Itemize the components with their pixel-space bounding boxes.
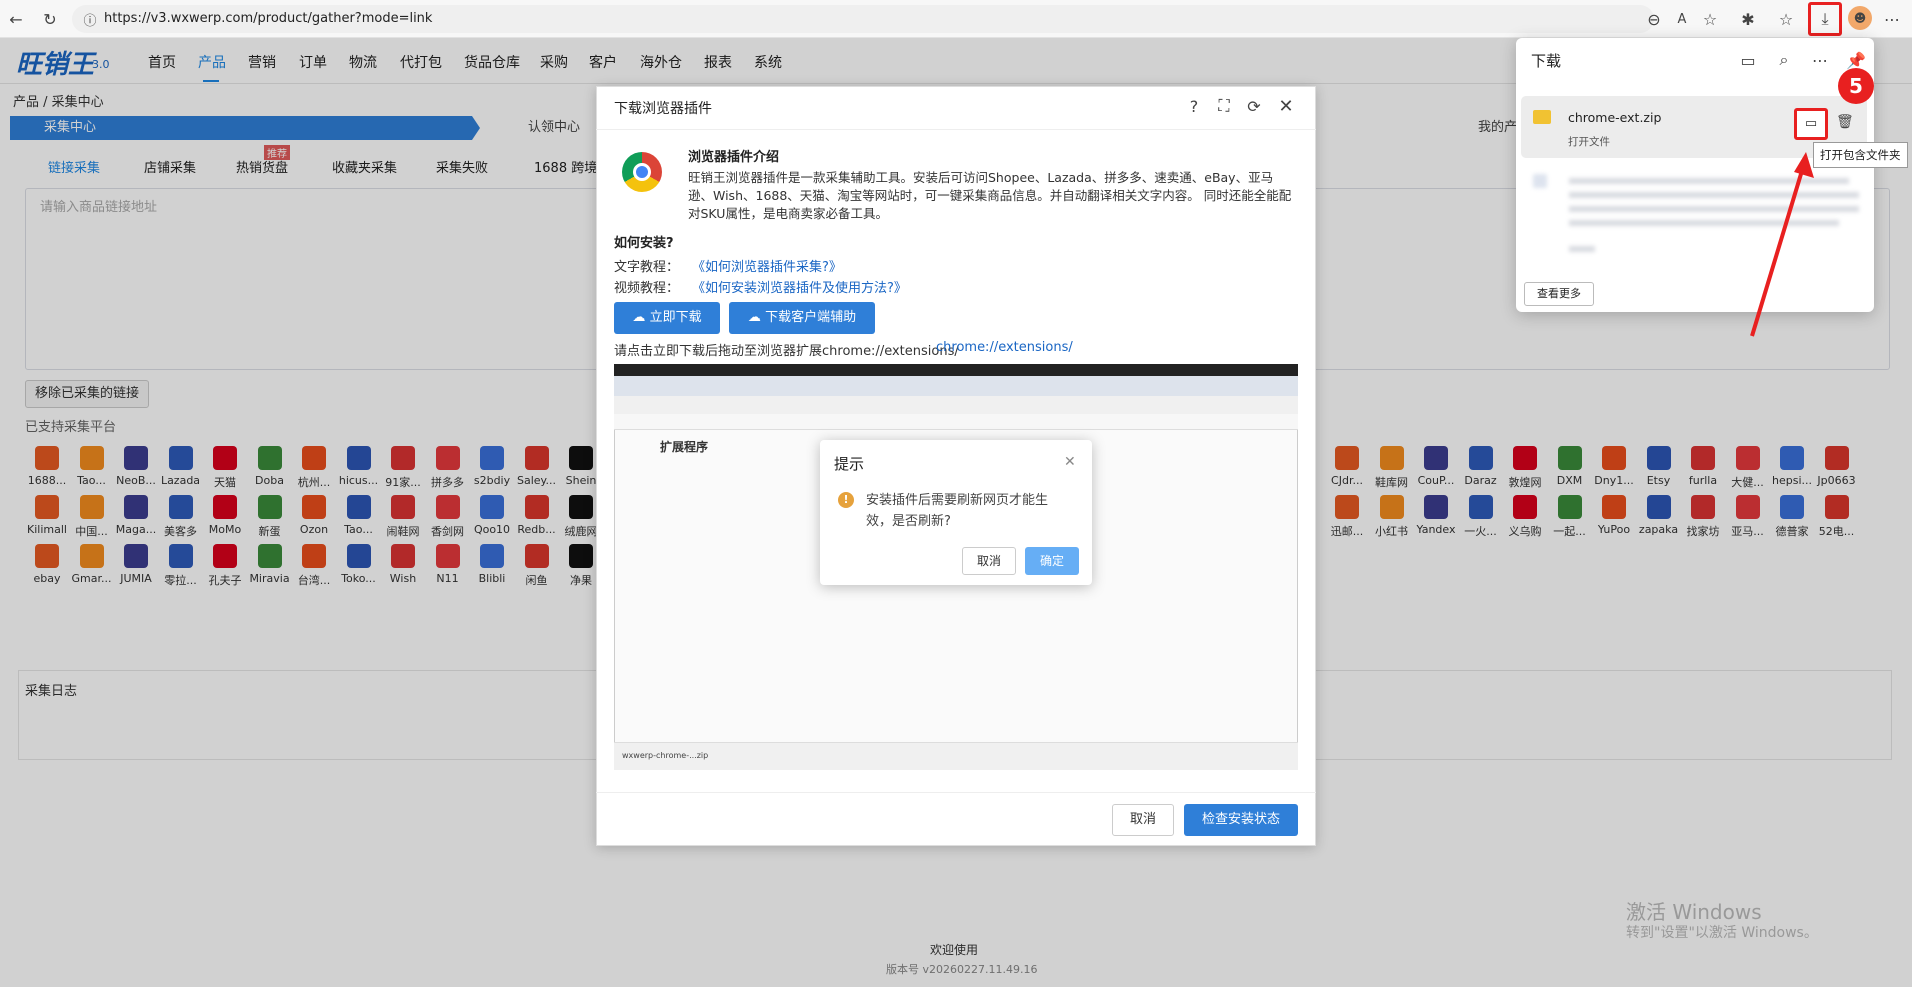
guide-download-bar xyxy=(614,742,1298,770)
open-folder-tooltip: 打开包含文件夹 xyxy=(1813,142,1908,168)
after-download-hint: 请点击立即下载后拖动至浏览器扩展chrome://extensions/ xyxy=(614,344,959,359)
plugin-cancel-button[interactable]: 取消 xyxy=(1112,804,1174,836)
step-number-badge: 5 xyxy=(1838,68,1874,104)
delete-icon[interactable]: 🗑 xyxy=(1836,114,1854,130)
alert-cancel-button[interactable]: 取消 xyxy=(962,547,1016,575)
open-file-link[interactable]: 打开文件 xyxy=(1568,134,1610,149)
more-menu-icon[interactable]: ⋯ xyxy=(1880,7,1904,31)
help-icon[interactable]: ? xyxy=(1182,94,1206,118)
red-arrow-annotation xyxy=(1750,152,1814,337)
downloads-more-icon[interactable]: ⋯ xyxy=(1808,48,1832,72)
reload-icon[interactable]: ↻ xyxy=(38,7,62,31)
read-aloud-icon[interactable]: A xyxy=(1670,7,1694,31)
extensions-link[interactable]: chrome://extensions/ xyxy=(936,340,1073,355)
fullscreen-icon[interactable]: ⛶ xyxy=(1212,94,1236,118)
check-install-status-button[interactable]: 检查安装状态 xyxy=(1184,804,1298,836)
zip-file-icon xyxy=(1533,110,1551,124)
plugin-intro-text: 旺销王浏览器插件是一款采集辅助工具。安装后可访问Shopee、Lazada、拼多… xyxy=(688,170,1292,221)
close-icon[interactable]: ✕ xyxy=(1274,94,1298,118)
alert-title: 提示 xyxy=(834,455,865,473)
download-file-name: chrome-ext.zip xyxy=(1568,110,1662,125)
video-tutorial-label: 视频教程： xyxy=(614,281,680,296)
text-tutorial-label: 文字教程： xyxy=(614,260,680,275)
download-client-label: 下载客户端辅助 xyxy=(765,310,857,325)
install-how-title: 如何安装? xyxy=(614,236,674,251)
warning-icon: ! xyxy=(838,492,854,508)
favorite-icon[interactable]: ☆ xyxy=(1698,7,1722,31)
video-tutorial-link[interactable]: 《如何安装浏览器插件及使用方法?》 xyxy=(692,277,907,296)
guide-tabs xyxy=(614,376,1298,396)
chrome-logo-center xyxy=(633,163,651,181)
alert-close-icon[interactable]: ✕ xyxy=(1064,454,1076,470)
download-now-button[interactable]: ☁ 立即下载 xyxy=(614,302,720,334)
back-icon[interactable]: ← xyxy=(4,7,28,31)
alert-ok-button[interactable]: 确定 xyxy=(1025,547,1079,575)
folder-icon: ▭ xyxy=(1804,116,1818,131)
profile-avatar[interactable]: ☻ xyxy=(1848,6,1872,30)
zoom-icon[interactable]: ⊖ xyxy=(1642,7,1666,31)
guide-urlbar xyxy=(614,396,1298,414)
url-text: https://v3.wxwerp.com/product/gather?mod… xyxy=(104,11,433,26)
favorites-list-icon[interactable]: ☆ xyxy=(1774,7,1798,31)
windows-activation-title: 激活 Windows xyxy=(1626,900,1762,924)
alert-message: 安装插件后需要刷新网页才能生效，是否刷新? xyxy=(866,493,1049,529)
extensions-icon[interactable]: ✱ xyxy=(1736,7,1760,31)
plugin-intro-title: 浏览器插件介绍 xyxy=(688,150,780,165)
see-more-button[interactable]: 查看更多 xyxy=(1524,282,1594,306)
search-downloads-icon[interactable]: ⌕ xyxy=(1772,48,1796,72)
plugin-dialog-title: 下载浏览器插件 xyxy=(614,101,712,117)
guide-bookmarks xyxy=(614,414,1298,430)
refresh-icon[interactable]: ⟳ xyxy=(1242,94,1266,118)
windows-activation-hint: 转到"设置"以激活 Windows。 xyxy=(1626,925,1818,941)
downloads-button[interactable]: ⤓ xyxy=(1808,2,1842,36)
download-now-label: 立即下载 xyxy=(649,310,702,325)
downloads-title: 下载 xyxy=(1531,52,1562,70)
guide-menubar xyxy=(614,364,1298,376)
open-downloads-folder-icon[interactable]: ▭ xyxy=(1736,48,1760,72)
guide-extensions-title: 扩展程序 xyxy=(660,440,709,454)
guide-download-file: wxwerp-chrome-...zip xyxy=(622,751,709,760)
download-client-button[interactable]: ☁ 下载客户端辅助 xyxy=(729,302,875,334)
text-tutorial-link[interactable]: 《如何浏览器插件采集?》 xyxy=(692,256,842,275)
site-info-icon[interactable]: ⓘ xyxy=(78,7,102,31)
plugin-dialog-divider xyxy=(596,792,1316,793)
open-folder-button[interactable]: ▭ xyxy=(1794,108,1828,140)
